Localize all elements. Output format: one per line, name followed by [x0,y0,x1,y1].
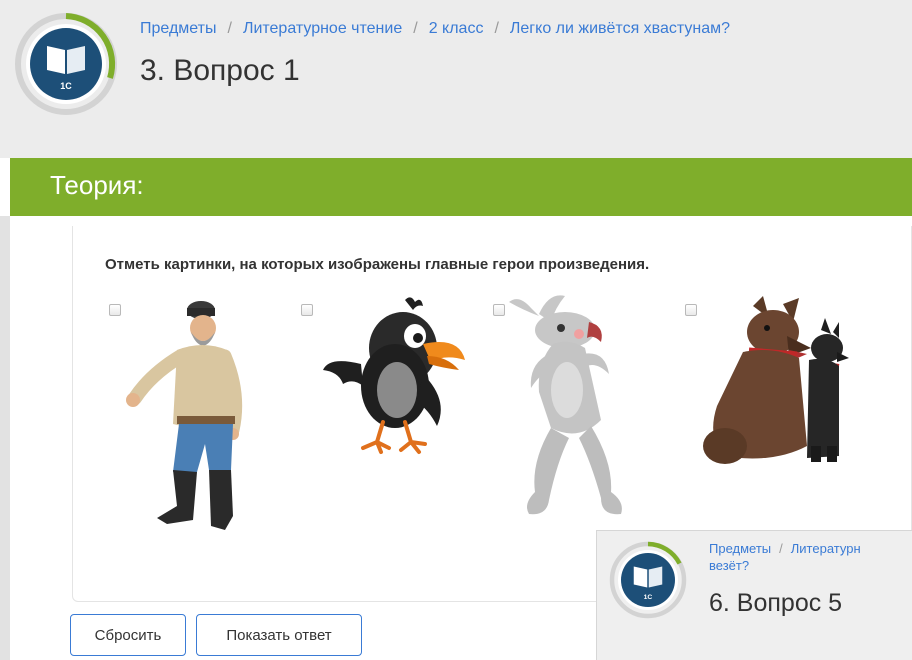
breadcrumb-separator: / [413,20,418,37]
option-checkbox-old-man[interactable] [109,304,121,316]
option-checkbox-dogs[interactable] [685,304,697,316]
book-logo-icon: 1С [15,13,117,115]
breadcrumb-separator: / [779,541,783,556]
breadcrumb-link-literature[interactable]: Литературное чтение [243,20,402,38]
breadcrumb-separator: / [227,20,232,37]
theory-bar: Теория: [10,158,912,216]
left-edge [0,216,10,660]
breadcrumb-separator: / [494,20,499,37]
breadcrumb-link-topic[interactable]: Легко ли живётся хвастунам? [510,20,730,38]
overlay-page-title: 6. Вопрос 5 [709,589,843,617]
reset-button[interactable]: Сбросить [70,614,186,656]
overlay-screenshot: 1С Предметы / Литературн везёт? 6. Вопро… [596,530,912,660]
theory-title: Теория: [50,170,144,200]
dogs-picture [703,296,849,464]
book-logo-icon: 1С [609,541,687,619]
option-checkbox-crow[interactable] [301,304,313,316]
breadcrumb-link-grade[interactable]: 2 класс [429,20,484,38]
logo-text: 1С [644,594,653,601]
breadcrumb: Предметы / Литературное чтение / 2 класс… [140,20,730,38]
logo-text: 1С [60,81,72,91]
page-header: 1С Предметы / Литературное чтение / 2 кл… [0,0,912,158]
overlay-breadcrumb-topic[interactable]: везёт? [709,558,749,573]
old-man-picture [126,301,243,530]
show-answer-button[interactable]: Показать ответ [196,614,362,656]
overlay-breadcrumb: Предметы / Литературн [709,541,861,556]
crow-picture [323,297,465,454]
breadcrumb-link-subjects[interactable]: Предметы [709,541,771,556]
breadcrumb-link-literature[interactable]: Литературн [791,541,861,556]
question-instruction: Отметь картинки, на которых изображены г… [105,256,650,273]
page-title: 3. Вопрос 1 [140,54,300,87]
breadcrumb-link-subjects[interactable]: Предметы [140,20,216,38]
hare-picture [509,295,622,515]
option-checkbox-hare[interactable] [493,304,505,316]
